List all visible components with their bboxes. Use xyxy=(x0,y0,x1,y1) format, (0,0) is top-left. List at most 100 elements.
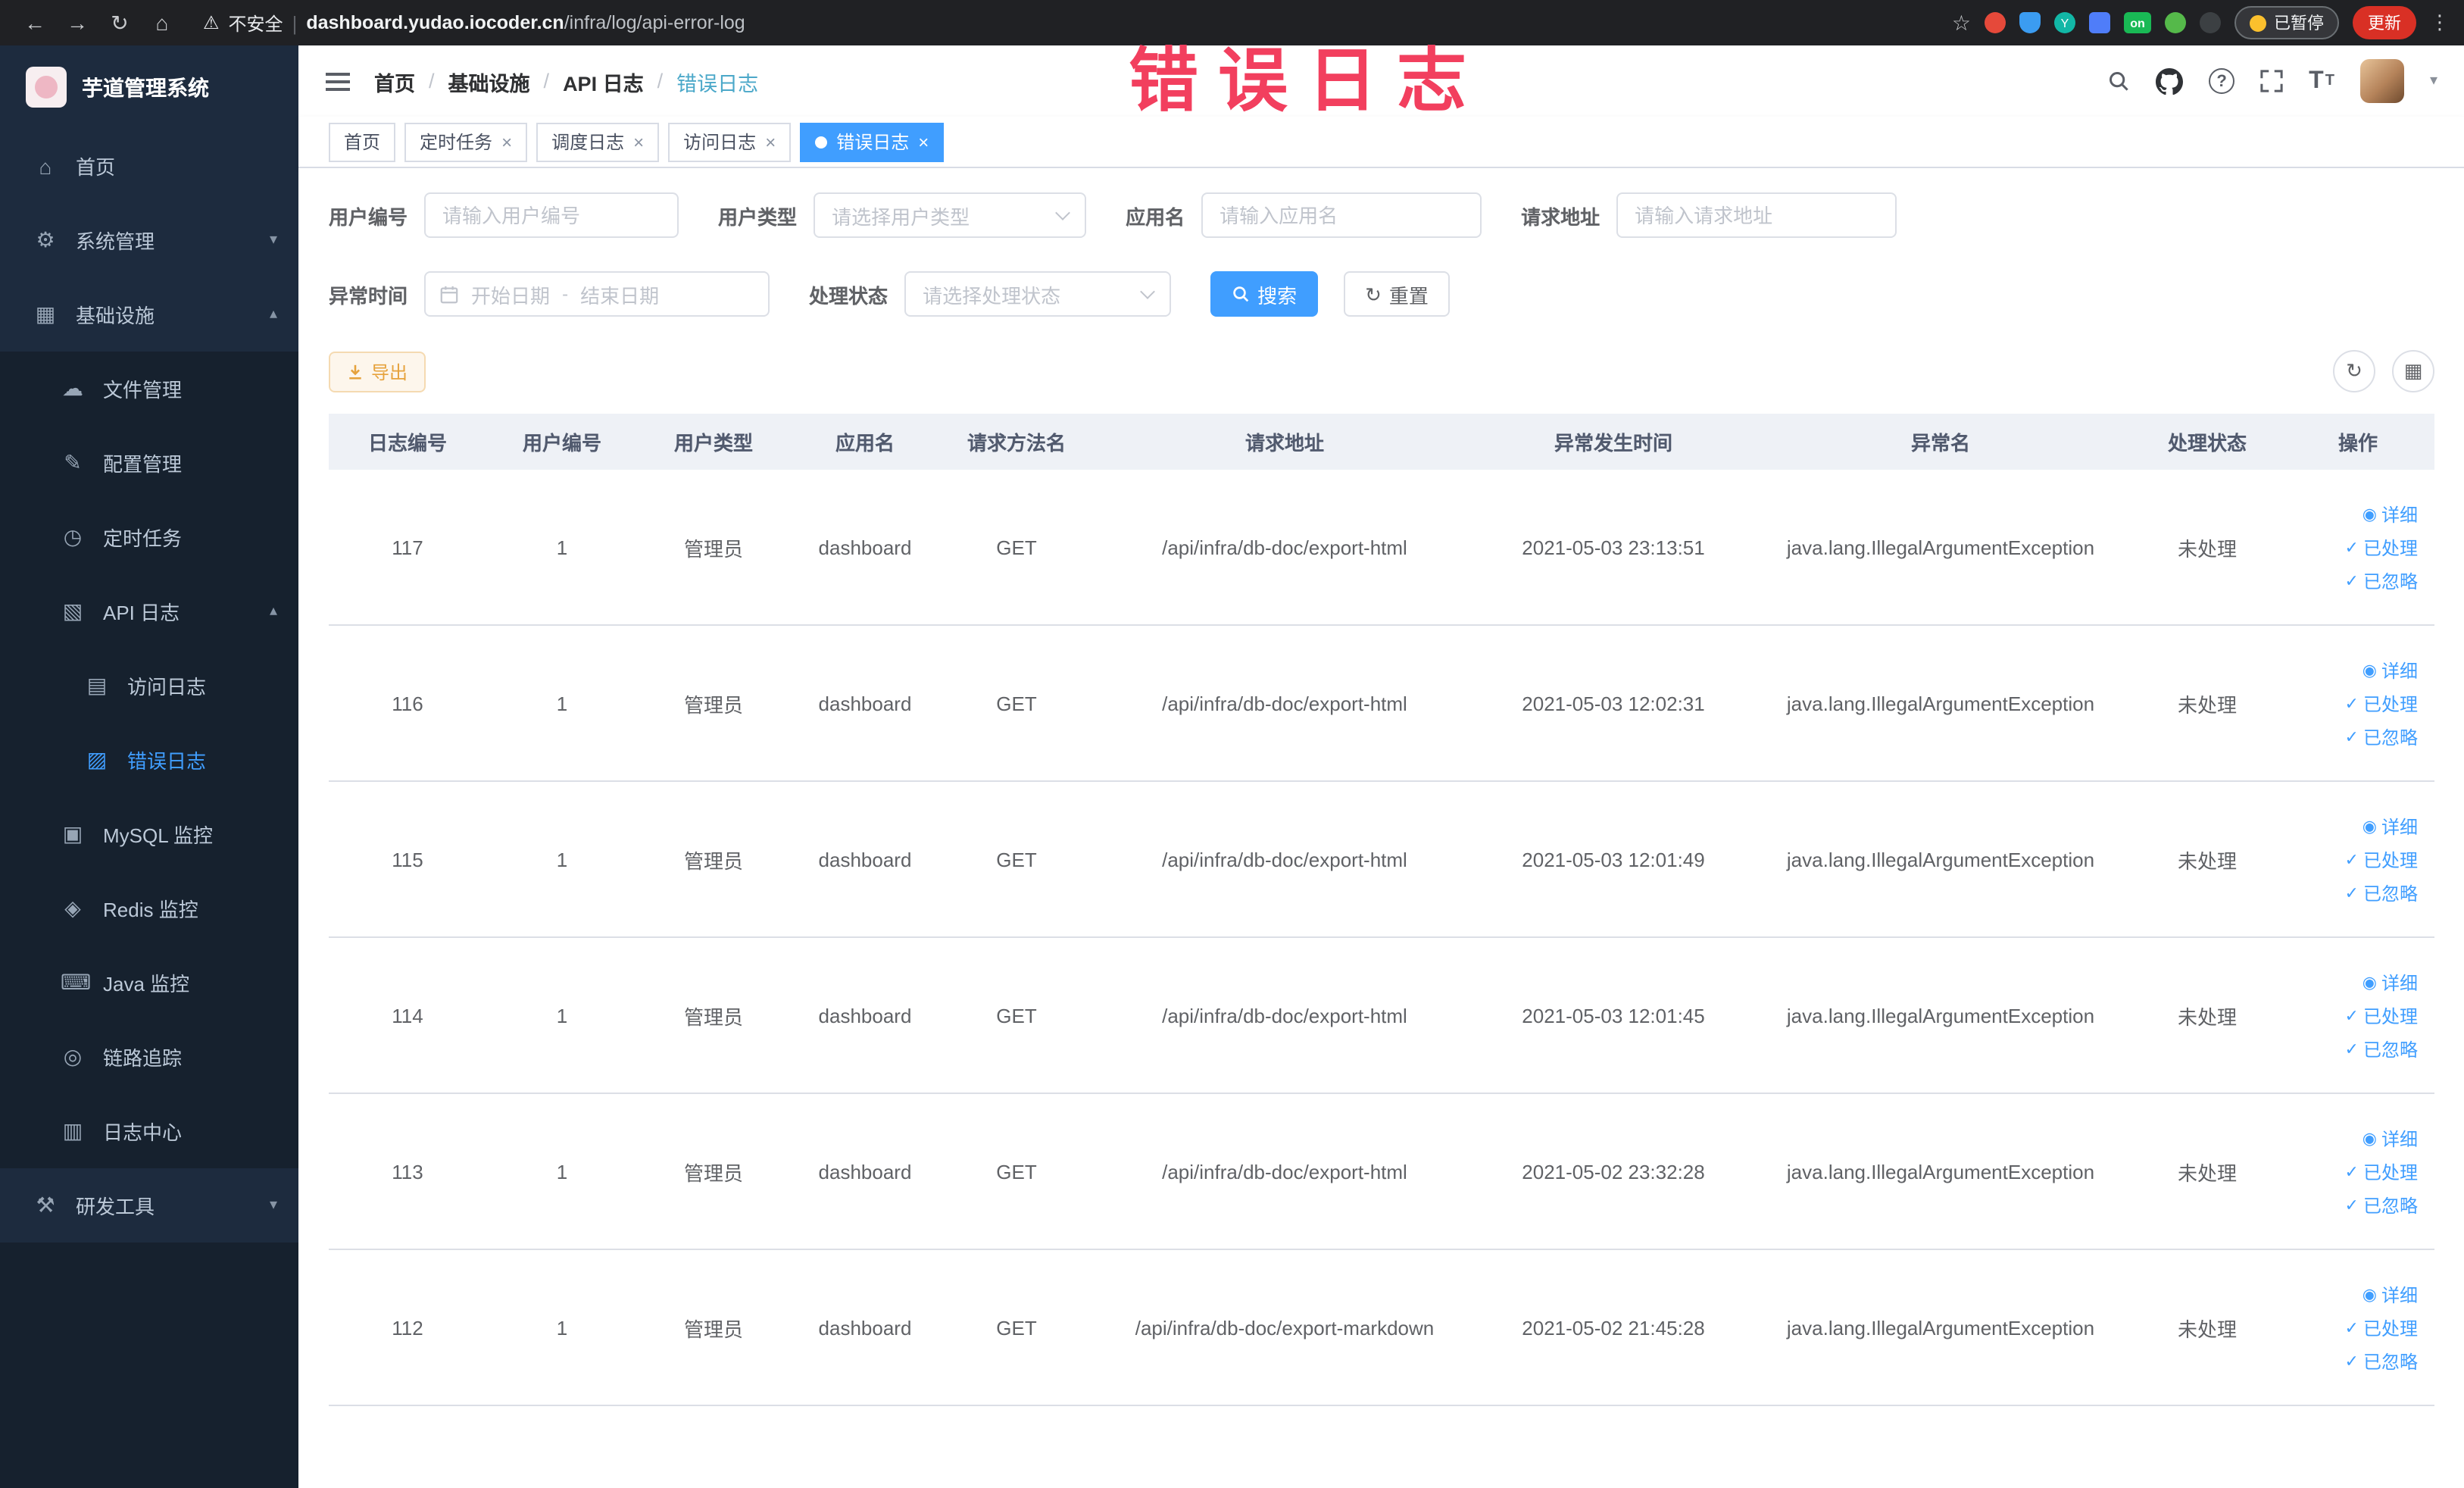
forward-icon[interactable]: → xyxy=(58,11,97,35)
home-nav-icon[interactable]: ⌂ xyxy=(142,11,182,35)
extension-icon-on[interactable]: on xyxy=(2124,12,2151,33)
mark-ignored-link[interactable]: ✓ 已忽略 xyxy=(2345,880,2418,905)
exception-time-range-picker[interactable]: 开始日期 - 结束日期 xyxy=(424,271,770,317)
sidebar-item-log-center[interactable]: ▥ 日志中心 xyxy=(0,1094,298,1168)
sidebar-item-scheduled-tasks[interactable]: ◷ 定时任务 xyxy=(0,500,298,574)
column-header[interactable]: 用户编号 xyxy=(486,427,638,456)
menu-fold-icon[interactable] xyxy=(326,45,350,117)
detail-link[interactable]: ◉ 详细 xyxy=(2363,969,2418,995)
sidebar-item-error-log[interactable]: ▨ 错误日志 xyxy=(0,723,298,797)
font-size-icon[interactable]: TT xyxy=(2309,67,2334,95)
sidebar-item-config-management[interactable]: ✎ 配置管理 xyxy=(0,426,298,500)
tab-access-log[interactable]: 访问日志 × xyxy=(668,122,792,161)
mark-processed-link[interactable]: ✓ 已处理 xyxy=(2345,534,2418,560)
detail-link[interactable]: ◉ 详细 xyxy=(2363,1125,2418,1151)
table-row: 117 1 管理员 dashboard GET /api/infra/db-do… xyxy=(329,470,2434,626)
filter-label: 异常时间 xyxy=(329,284,408,307)
breadcrumb-item[interactable]: 基础设施 xyxy=(448,66,530,96)
sidebar-item-java-monitor[interactable]: ⌨ Java 监控 xyxy=(0,946,298,1020)
paused-badge[interactable]: 已暂停 xyxy=(2234,6,2339,39)
sidebar-item-infrastructure[interactable]: ▦ 基础设施 ▴ xyxy=(0,277,298,352)
extension-icon-green[interactable] xyxy=(2165,12,2186,33)
sidebar-item-mysql-monitor[interactable]: ▣ MySQL 监控 xyxy=(0,797,298,871)
column-header[interactable]: 处理状态 xyxy=(2131,427,2283,456)
chevron-down-icon xyxy=(1055,205,1070,220)
tab-dispatch-log[interactable]: 调度日志 × xyxy=(536,122,660,161)
sidebar-item-system-management[interactable]: ⚙ 系统管理 ▾ xyxy=(0,203,298,277)
column-header[interactable]: 异常名 xyxy=(1750,427,2131,456)
sidebar-item-dev-tools[interactable]: ⚒ 研发工具 ▾ xyxy=(0,1168,298,1243)
detail-link[interactable]: ◉ 详细 xyxy=(2363,813,2418,839)
chevron-down-icon[interactable]: ▾ xyxy=(2430,73,2437,89)
sidebar-item-access-log[interactable]: ▤ 访问日志 xyxy=(0,649,298,723)
close-icon[interactable]: × xyxy=(633,131,644,152)
update-button[interactable]: 更新 xyxy=(2353,6,2416,39)
extension-icon-dark[interactable] xyxy=(2200,12,2221,33)
mark-ignored-link[interactable]: ✓ 已忽略 xyxy=(2345,1192,2418,1218)
column-header[interactable]: 请求地址 xyxy=(1092,427,1477,456)
refresh-button[interactable]: ↻ xyxy=(2333,350,2375,392)
extension-icon-red[interactable] xyxy=(1985,12,2006,33)
close-icon[interactable]: × xyxy=(765,131,776,152)
mark-processed-link[interactable]: ✓ 已处理 xyxy=(2345,690,2418,716)
tab-scheduled-tasks[interactable]: 定时任务 × xyxy=(404,122,528,161)
extension-icon-y[interactable]: Y xyxy=(2054,12,2075,33)
detail-link[interactable]: ◉ 详细 xyxy=(2363,657,2418,683)
mark-processed-link[interactable]: ✓ 已处理 xyxy=(2345,846,2418,872)
detail-link[interactable]: ◉ 详细 xyxy=(2363,501,2418,527)
user-type-select[interactable]: 请选择用户类型 xyxy=(814,192,1087,238)
cell-user-id: 1 xyxy=(556,848,568,871)
address-bar[interactable]: dashboard.yudao.iocoder.cn/infra/log/api… xyxy=(306,12,745,33)
mark-processed-link[interactable]: ✓ 已处理 xyxy=(2345,1158,2418,1184)
sidebar-item-home[interactable]: ⌂ 首页 xyxy=(0,129,298,203)
extension-icon-grid[interactable] xyxy=(2089,12,2110,33)
column-header[interactable]: 异常发生时间 xyxy=(1477,427,1750,456)
check-icon: ✓ xyxy=(2344,851,2359,869)
bookmark-star-icon[interactable]: ☆ xyxy=(1952,10,1971,36)
mark-processed-link[interactable]: ✓ 已处理 xyxy=(2345,1315,2418,1340)
column-header[interactable]: 用户类型 xyxy=(638,427,789,456)
site-security[interactable]: ⚠ 不安全 xyxy=(203,10,283,36)
fullscreen-icon[interactable] xyxy=(2260,70,2283,92)
sidebar-item-redis-monitor[interactable]: ◈ Redis 监控 xyxy=(0,871,298,946)
back-icon[interactable]: ← xyxy=(15,11,55,35)
sidebar-item-api-logs[interactable]: ▧ API 日志 ▴ xyxy=(0,574,298,649)
process-status-select[interactable]: 请选择处理状态 xyxy=(904,271,1172,317)
column-header[interactable]: 请求方法名 xyxy=(941,427,1092,456)
reload-icon[interactable]: ↻ xyxy=(100,10,139,36)
request-url-input[interactable] xyxy=(1616,192,1897,238)
reset-button[interactable]: ↻ 重置 xyxy=(1344,271,1450,317)
github-icon[interactable] xyxy=(2156,67,2184,95)
breadcrumb-item[interactable]: 首页 xyxy=(374,66,415,96)
close-icon[interactable]: × xyxy=(918,131,929,152)
mark-ignored-link[interactable]: ✓ 已忽略 xyxy=(2345,724,2418,749)
avatar[interactable] xyxy=(2359,59,2404,103)
kebab-menu-icon[interactable]: ⋮ xyxy=(2430,11,2450,35)
table-toolbar: 导出 ↻ ▦ xyxy=(329,350,2434,392)
cell-log-id: 117 xyxy=(392,536,423,558)
search-icon[interactable] xyxy=(2107,70,2130,92)
column-header[interactable]: 日志编号 xyxy=(329,427,486,456)
grid-icon: ▦ xyxy=(2403,359,2423,382)
app-logo[interactable]: 芋道管理系统 xyxy=(0,45,298,129)
sidebar-item-link-tracing[interactable]: ◎ 链路追踪 xyxy=(0,1020,298,1094)
close-icon[interactable]: × xyxy=(501,131,512,152)
tab-home[interactable]: 首页 xyxy=(329,122,396,161)
search-button[interactable]: 搜索 xyxy=(1210,271,1319,317)
breadcrumb-item[interactable]: API 日志 xyxy=(563,66,644,96)
user-id-input[interactable] xyxy=(424,192,679,238)
help-icon[interactable]: ? xyxy=(2209,68,2235,94)
column-settings-button[interactable]: ▦ xyxy=(2392,350,2434,392)
mark-ignored-link[interactable]: ✓ 已忽略 xyxy=(2345,1036,2418,1061)
sidebar-item-file-management[interactable]: ☁ 文件管理 xyxy=(0,352,298,426)
check-icon: ✓ xyxy=(2344,728,2359,746)
app-name-input[interactable] xyxy=(1201,192,1482,238)
tab-error-log[interactable]: 错误日志 × xyxy=(800,122,945,161)
mark-processed-link[interactable]: ✓ 已处理 xyxy=(2345,1002,2418,1028)
mark-ignored-link[interactable]: ✓ 已忽略 xyxy=(2345,567,2418,593)
export-button[interactable]: 导出 xyxy=(329,351,426,392)
detail-link[interactable]: ◉ 详细 xyxy=(2363,1281,2418,1307)
mark-ignored-link[interactable]: ✓ 已忽略 xyxy=(2345,1348,2418,1374)
extension-icon-drop[interactable] xyxy=(2019,12,2041,33)
column-header[interactable]: 应用名 xyxy=(789,427,941,456)
